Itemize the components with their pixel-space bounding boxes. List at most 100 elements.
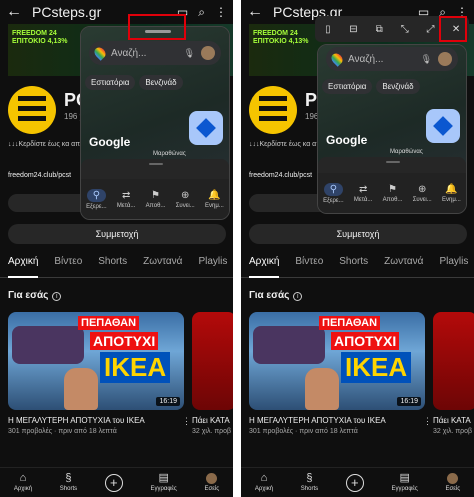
join-button-right[interactable]: Συμμετοχή bbox=[249, 224, 467, 244]
bookmark-icon-right: ⚑ bbox=[388, 183, 398, 195]
channel-tabs-right: Αρχική Βίντεο Shorts Ζωντανά Playlis bbox=[241, 256, 474, 278]
tab-live-right[interactable]: Ζωντανά bbox=[384, 256, 423, 277]
tab-playlists-right[interactable]: Playlis bbox=[439, 256, 468, 277]
nav-you[interactable]: Εσείς bbox=[205, 473, 219, 492]
video-2-title-right[interactable]: Πάει ΚΑΤΑ bbox=[433, 416, 471, 425]
nav-shorts-label-right: Shorts bbox=[300, 486, 319, 492]
profile-avatar-right[interactable] bbox=[438, 52, 452, 66]
more-icon[interactable]: ⋮ bbox=[215, 5, 227, 19]
chip-gas-right[interactable]: Βενζινάδ bbox=[376, 79, 420, 94]
info-icon[interactable]: i bbox=[52, 292, 62, 301]
video-thumbnail-right[interactable]: ΠΕΠΑΘΑΝ ΑΠΟΤΥΧΙ IKEA 16:19 bbox=[249, 312, 425, 410]
video-more-icon-right[interactable]: ⋮ bbox=[423, 416, 432, 427]
tab-shorts-right[interactable]: Shorts bbox=[339, 256, 368, 277]
maps-nav-contribute-right[interactable]: ⊕ Συνει... bbox=[413, 184, 432, 203]
banner-line-1: FREEDOM 24 bbox=[12, 30, 57, 37]
maps-floating-window-right[interactable]: Αναζή... 🎙 Εστιατόρια Βενζινάδ Google Μα… bbox=[317, 44, 467, 214]
drag-handle-highlight bbox=[128, 14, 186, 40]
channel-link[interactable]: freedom24.club/pcst bbox=[8, 172, 71, 179]
sheet-handle-right[interactable] bbox=[386, 161, 400, 163]
chip-gas[interactable]: Βενζινάδ bbox=[139, 75, 183, 90]
nav-create[interactable]: + bbox=[104, 473, 123, 492]
maps-nav-saved[interactable]: ⚑ Αποθ... bbox=[146, 190, 166, 209]
nav-home[interactable]: ⌂ Αρχική bbox=[13, 473, 33, 493]
google-logo: Google bbox=[89, 135, 131, 149]
maps-bottom-nav: ⚲ Εξερε... ⇄ Μετά... ⚑ Αποθ... ⊕ Συνει... 🔔 Ε… bbox=[81, 179, 229, 219]
nav-shorts-right[interactable]: § Shorts bbox=[300, 473, 319, 493]
video-2-meta-right: 32 χιλ. προβ bbox=[433, 428, 473, 435]
directions-button-right[interactable] bbox=[426, 109, 460, 143]
tab-live[interactable]: Ζωντανά bbox=[143, 256, 182, 277]
pin-window-icon[interactable]: ⧉ bbox=[371, 24, 387, 35]
mic-icon[interactable]: 🎙 bbox=[184, 48, 195, 59]
nav-home-label: Αρχική bbox=[13, 486, 33, 492]
sheet-handle[interactable] bbox=[149, 163, 163, 165]
shrink-icon[interactable]: ⤡ bbox=[397, 24, 413, 35]
sofa-image-right bbox=[253, 326, 325, 364]
plus-icon-right: + bbox=[345, 473, 364, 492]
maps-search-input-right[interactable]: Αναζή... bbox=[348, 54, 415, 65]
nav-home-label-right: Αρχική bbox=[254, 486, 274, 492]
mic-icon-right[interactable]: 🎙 bbox=[421, 54, 432, 65]
info-icon-right[interactable]: i bbox=[293, 292, 303, 301]
channel-avatar-right[interactable] bbox=[249, 86, 297, 134]
maps-nav-contribute-label: Συνει... bbox=[175, 202, 195, 209]
nav-subscriptions[interactable]: ▤ Εγγραφές bbox=[150, 473, 176, 493]
channel-link-right[interactable]: freedom24.club/pcst bbox=[249, 172, 312, 179]
back-arrow-icon-right[interactable]: ← bbox=[247, 3, 263, 21]
video-more-icon[interactable]: ⋮ bbox=[182, 416, 191, 427]
nav-subscriptions-right[interactable]: ▤ Εγγραφές bbox=[391, 473, 417, 493]
user-avatar-right bbox=[447, 473, 459, 484]
tab-home-right[interactable]: Αρχική bbox=[249, 256, 280, 278]
search-icon[interactable]: ⌕ bbox=[198, 5, 205, 20]
add-circle-icon: ⊕ bbox=[181, 189, 190, 201]
nav-shorts[interactable]: § Shorts bbox=[60, 473, 77, 493]
bottom-nav-right: ⌂ Αρχική § Shorts + ▤ Εγγραφές Εσείς bbox=[241, 467, 474, 497]
video-thumbnail-2[interactable] bbox=[192, 312, 233, 410]
maps-nav-updates-label-right: Ενημ... bbox=[442, 196, 461, 203]
nav-you-right[interactable]: Εσείς bbox=[446, 473, 460, 492]
maps-nav-updates[interactable]: 🔔 Ενημ... bbox=[205, 190, 224, 209]
maps-search-bar-right[interactable]: Αναζή... 🎙 bbox=[326, 47, 458, 71]
maps-nav-commute-right[interactable]: ⇄ Μετά... bbox=[354, 184, 372, 203]
chip-restaurants[interactable]: Εστιατόρια bbox=[85, 75, 136, 90]
profile-avatar[interactable] bbox=[201, 46, 215, 60]
video-thumbnail-2-right[interactable] bbox=[433, 312, 474, 410]
video-thumbnail[interactable]: ΠΕΠΑΘΑΝ ΑΠΟΤΥΧΙ IKEA 16:19 bbox=[8, 312, 184, 410]
video-title[interactable]: Η ΜΕΓΑΛΥΤΕΡΗ ΑΠΟΤΥΧΙΑ του ΙΚΕΑ bbox=[8, 416, 178, 425]
maps-nav-explore-right[interactable]: ⚲ Εξερε... bbox=[323, 182, 344, 204]
chip-restaurants-right[interactable]: Εστιατόρια bbox=[322, 79, 373, 94]
tab-videos-right[interactable]: Βίντεο bbox=[295, 256, 323, 277]
maps-search-bar[interactable]: Αναζή... 🎙 bbox=[89, 41, 221, 65]
home-icon-right: ⌂ bbox=[260, 472, 268, 484]
fullscreen-icon[interactable]: ⤢ bbox=[422, 24, 438, 35]
nav-home-right[interactable]: ⌂ Αρχική bbox=[254, 472, 274, 493]
maps-floating-window[interactable]: Αναζή... 🎙 Εστιατόρια Βενζινάδ Google Μα… bbox=[80, 26, 230, 220]
video-title-right[interactable]: Η ΜΕΓΑΛΥΤΕΡΗ ΑΠΟΤΥΧΙΑ του ΙΚΕΑ bbox=[249, 416, 419, 425]
video-duration-right: 16:19 bbox=[397, 397, 421, 406]
commute-icon: ⇄ bbox=[121, 189, 131, 201]
back-arrow-icon[interactable]: ← bbox=[6, 3, 22, 21]
nav-create-right[interactable]: + bbox=[345, 473, 364, 492]
maps-nav-updates-right[interactable]: 🔔 Ενημ... bbox=[442, 184, 461, 203]
maps-nav-commute-label-right: Μετά... bbox=[353, 196, 373, 203]
maps-nav-commute[interactable]: ⇄ Μετά... bbox=[117, 190, 135, 209]
channel-avatar[interactable] bbox=[8, 86, 56, 134]
tab-home[interactable]: Αρχική bbox=[8, 256, 39, 278]
place-label: Μαραθώνας bbox=[153, 151, 186, 157]
maps-search-input[interactable]: Αναζή... bbox=[111, 48, 178, 59]
split-screen-icon[interactable]: ▯ bbox=[320, 24, 336, 35]
tab-videos[interactable]: Βίντεο bbox=[54, 256, 82, 277]
join-button[interactable]: Συμμετοχή bbox=[8, 224, 226, 244]
tab-shorts[interactable]: Shorts bbox=[98, 256, 127, 277]
maps-nav-explore[interactable]: ⚲ Εξερε... bbox=[86, 188, 107, 210]
tab-playlists[interactable]: Playlis bbox=[198, 256, 227, 277]
minimize-window-icon[interactable]: ⊟ bbox=[345, 24, 361, 35]
maps-nav-saved-right[interactable]: ⚑ Αποθ... bbox=[383, 184, 403, 203]
maps-nav-contribute[interactable]: ⊕ Συνει... bbox=[176, 190, 195, 209]
video-2-title[interactable]: Πάει ΚΑΤΑ bbox=[192, 416, 230, 425]
banner-line-1-right: FREEDOM 24 bbox=[253, 30, 298, 37]
directions-button[interactable] bbox=[189, 111, 223, 145]
bottom-sheet[interactable] bbox=[81, 159, 229, 181]
left-screenshot: ← PCsteps.gr ▭ ⌕ ⋮ FREEDOM 24 ΕΠΙΤΟΚΙΟ 4,… bbox=[0, 0, 233, 497]
